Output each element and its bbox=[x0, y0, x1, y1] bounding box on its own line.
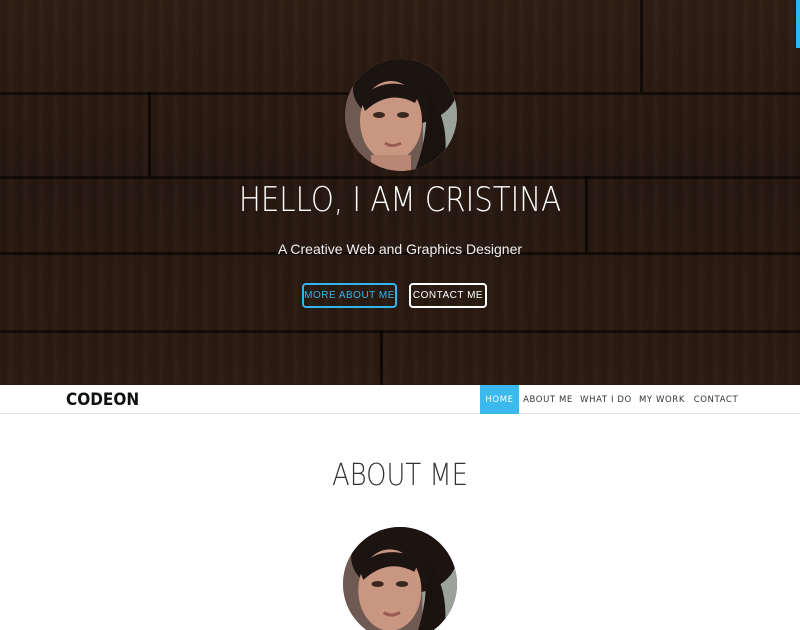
wood-plank-seam bbox=[640, 0, 643, 92]
about-avatar bbox=[343, 527, 457, 630]
hero-subtitle: A Creative Web and Graphics Designer bbox=[277, 241, 523, 257]
nav-item-my-work[interactable]: MY WORK bbox=[638, 385, 686, 414]
hero-title: HELLO, I AM CRISTINA bbox=[238, 180, 562, 220]
wood-plank-line bbox=[0, 330, 800, 333]
contact-me-button[interactable]: CONTACT ME bbox=[409, 283, 487, 308]
nav-item-about-me[interactable]: ABOUT ME bbox=[522, 385, 574, 414]
wood-plank-line bbox=[0, 176, 800, 179]
brand-logo[interactable]: CODEON bbox=[66, 390, 139, 410]
nav-item-home[interactable]: HOME bbox=[480, 385, 519, 414]
main-navbar: CODEON HOME ABOUT ME WHAT I DO MY WORK C… bbox=[0, 385, 800, 414]
wood-plank-seam bbox=[380, 330, 383, 385]
hero-section: HELLO, I AM CRISTINA A Creative Web and … bbox=[0, 0, 800, 385]
about-title: ABOUT ME bbox=[332, 458, 468, 493]
hero-avatar bbox=[345, 59, 457, 171]
nav-item-what-i-do[interactable]: WHAT I DO bbox=[580, 385, 632, 414]
portrait-image bbox=[345, 59, 457, 171]
scroll-indicator bbox=[796, 0, 800, 48]
wood-plank-seam bbox=[148, 92, 151, 176]
more-about-me-button[interactable]: MORE ABOUT ME bbox=[302, 283, 397, 308]
portrait-image bbox=[343, 527, 457, 630]
nav-item-contact[interactable]: CONTACT bbox=[692, 385, 740, 414]
